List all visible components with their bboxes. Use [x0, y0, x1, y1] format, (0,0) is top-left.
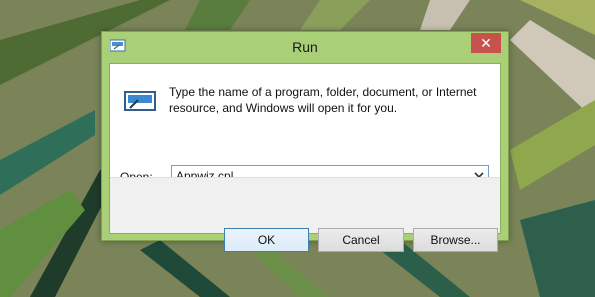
window-title: Run	[292, 39, 318, 55]
dialog-content: Type the name of a program, folder, docu…	[109, 63, 501, 252]
instruction-text: Type the name of a program, folder, docu…	[169, 85, 477, 115]
close-icon: ✕	[480, 35, 492, 51]
title-bar: Run ✕	[102, 32, 508, 62]
close-button[interactable]: ✕	[471, 33, 501, 53]
run-icon	[124, 91, 156, 111]
run-dialog: Run ✕ Type the name of a program, folder…	[101, 31, 509, 252]
browse-button[interactable]: Browse...	[413, 228, 498, 252]
dialog-footer	[110, 177, 500, 233]
ok-button[interactable]: OK	[224, 228, 309, 252]
cancel-button[interactable]: Cancel	[318, 228, 404, 252]
